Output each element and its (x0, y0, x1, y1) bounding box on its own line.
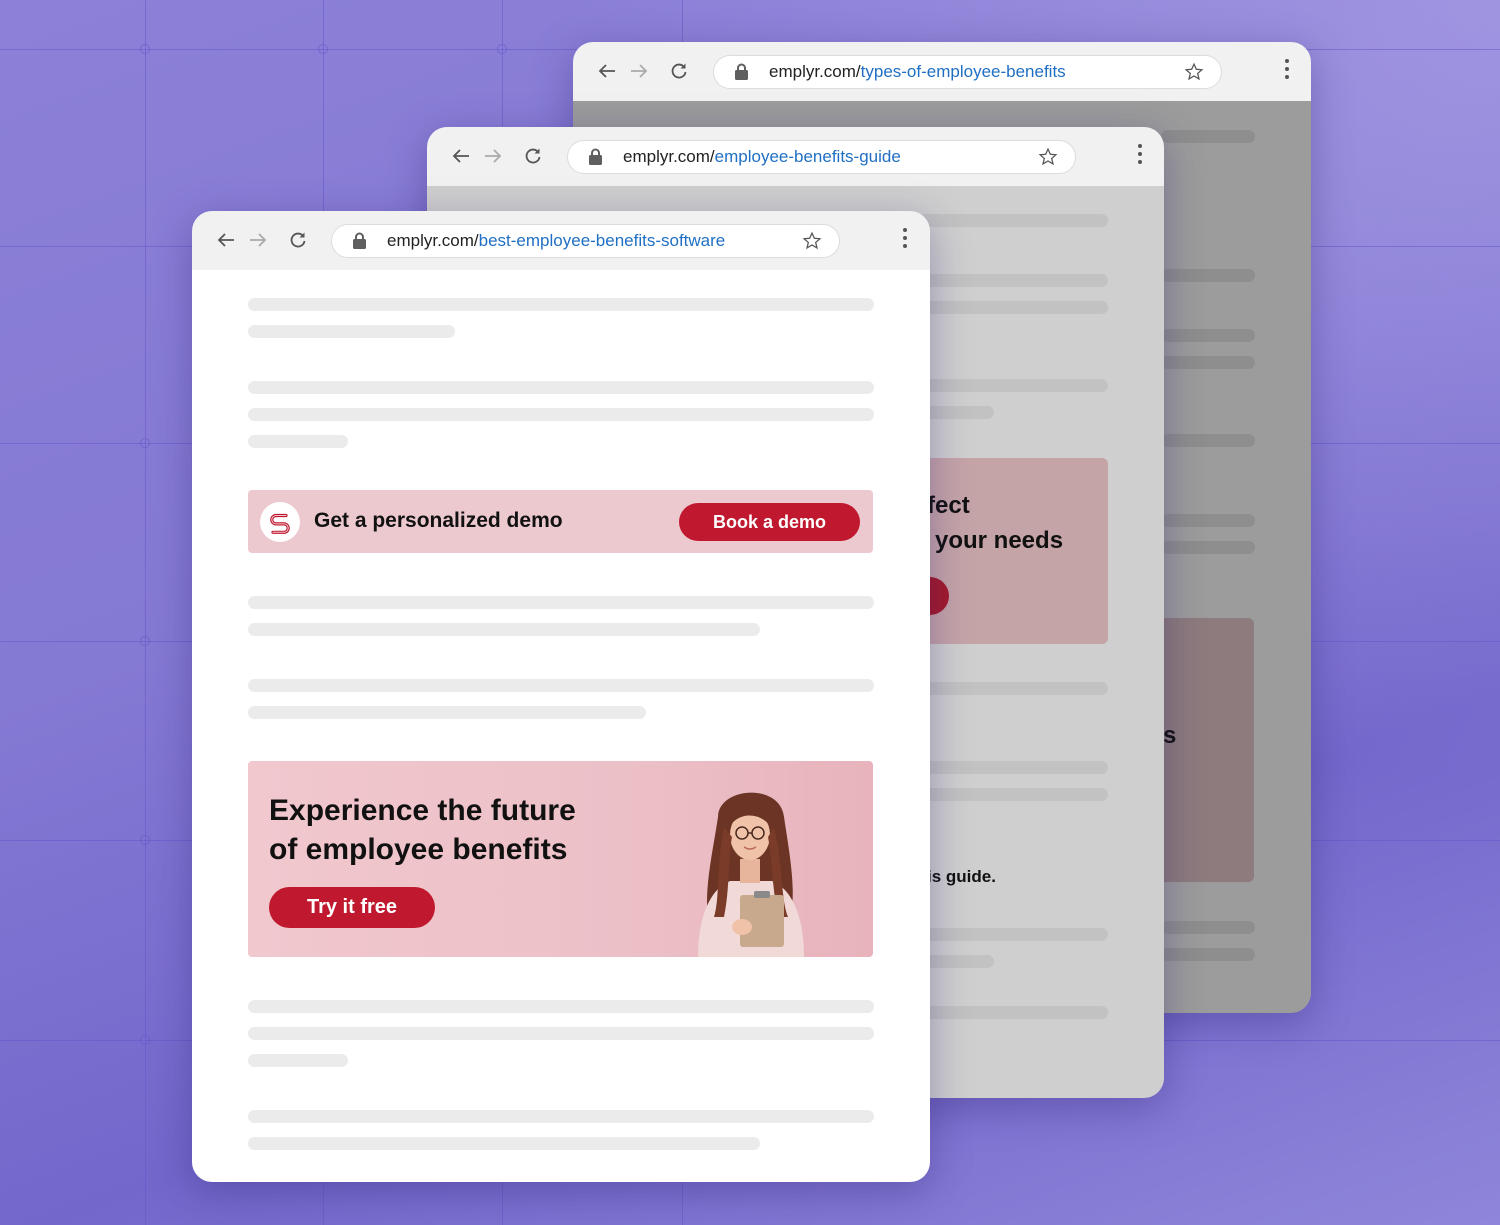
demo-banner-title: Get a personalized demo (314, 509, 563, 532)
arrow-left-icon[interactable] (451, 146, 471, 166)
browser-window-front[interactable]: emplyr.com/best-employee-benefits-softwa… (192, 211, 930, 1182)
hero-title: Experience the future of employee benefi… (269, 794, 576, 866)
book-demo-button[interactable]: Book a demo (679, 503, 860, 541)
reload-icon[interactable] (288, 230, 308, 250)
banner-text: s (1163, 722, 1177, 749)
star-icon[interactable] (802, 231, 822, 256)
placeholder-line (248, 325, 455, 338)
browser-toolbar: emplyr.com/employee-benefits-guide (427, 127, 1164, 186)
placeholder-line (248, 298, 874, 311)
address-bar[interactable]: emplyr.com/types-of-employee-benefits (713, 55, 1222, 89)
placeholder-line (248, 1054, 348, 1067)
arrow-right-icon[interactable] (248, 230, 268, 250)
arrow-left-icon[interactable] (216, 230, 236, 250)
reload-icon[interactable] (669, 61, 689, 81)
url-text: emplyr.com/types-of-employee-benefits (769, 62, 1066, 81)
kebab-menu-icon[interactable] (1284, 59, 1290, 81)
woman-with-clipboard-image (698, 792, 804, 957)
star-icon[interactable] (1184, 62, 1204, 87)
placeholder-line (248, 1027, 874, 1040)
star-icon[interactable] (1038, 147, 1058, 172)
banner-heading-line1: fect (927, 492, 970, 519)
placeholder-line (248, 1000, 874, 1013)
guide-text: is guide. (927, 867, 996, 886)
placeholder-line (248, 381, 874, 394)
browser-toolbar: emplyr.com/types-of-employee-benefits (573, 42, 1311, 101)
reload-icon[interactable] (523, 146, 543, 166)
emplyr-logo-icon (260, 502, 300, 542)
address-bar[interactable]: emplyr.com/best-employee-benefits-softwa… (331, 224, 840, 258)
browser-toolbar: emplyr.com/best-employee-benefits-softwa… (192, 211, 930, 270)
try-free-button[interactable]: Try it free (269, 887, 435, 928)
placeholder-line (248, 679, 874, 692)
lock-icon (734, 63, 749, 86)
address-bar[interactable]: emplyr.com/employee-benefits-guide (567, 140, 1076, 174)
arrow-right-icon[interactable] (629, 61, 649, 81)
hero-banner: Experience the future of employee benefi… (248, 761, 873, 957)
placeholder-line (248, 596, 874, 609)
banner-heading-line2: your needs (935, 527, 1064, 554)
placeholder-line (248, 408, 874, 421)
placeholder-line (248, 1110, 874, 1123)
placeholder-line (248, 623, 760, 636)
placeholder-line (248, 435, 348, 448)
page-content: Get a personalized demo Book a demo Expe… (192, 270, 930, 1182)
lock-icon (588, 148, 603, 171)
arrow-left-icon[interactable] (597, 61, 617, 81)
demo-banner: Get a personalized demo Book a demo (248, 490, 873, 553)
placeholder-line (248, 1137, 760, 1150)
url-text: emplyr.com/employee-benefits-guide (623, 147, 901, 166)
kebab-menu-icon[interactable] (1137, 144, 1143, 166)
arrow-right-icon[interactable] (483, 146, 503, 166)
kebab-menu-icon[interactable] (902, 228, 908, 250)
lock-icon (352, 232, 367, 255)
placeholder-line (248, 706, 646, 719)
url-text: emplyr.com/best-employee-benefits-softwa… (387, 231, 726, 250)
